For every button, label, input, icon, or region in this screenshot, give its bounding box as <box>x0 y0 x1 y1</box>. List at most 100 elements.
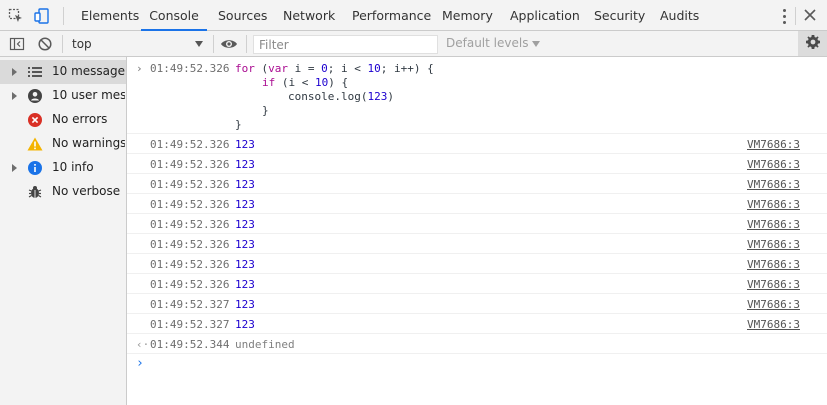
tab-memory[interactable]: Memory <box>442 0 493 31</box>
source-link[interactable]: VM7686:3 <box>747 318 800 331</box>
code-text: (i < <box>275 76 315 89</box>
toolbar-divider <box>213 35 214 53</box>
code-number: 0 <box>321 62 328 75</box>
expand-arrow-icon[interactable] <box>12 92 17 100</box>
context-selector[interactable]: top <box>67 35 207 53</box>
toolbar-divider <box>246 35 247 53</box>
sidebar-item-label: 10 info <box>52 160 94 174</box>
timestamp: 01:49:52.326 <box>150 278 230 291</box>
timestamp: 01:49:52.327 <box>150 318 230 331</box>
console-input[interactable]: › <box>127 354 827 374</box>
timestamp: 01:49:52.326 <box>150 258 230 271</box>
source-link[interactable]: VM7686:3 <box>747 258 800 271</box>
context-value: top <box>72 37 92 51</box>
sidebar-item-user-messages[interactable]: 10 user mes... <box>0 84 126 108</box>
tab-sources[interactable]: Sources <box>218 0 267 31</box>
console-sidebar: 10 messages 10 user mes... No errors No … <box>0 57 127 405</box>
clear-console-icon[interactable] <box>36 35 54 53</box>
timestamp: 01:49:52.326 <box>150 238 230 251</box>
code-keyword: if <box>262 76 276 89</box>
tab-network[interactable]: Network <box>283 0 335 31</box>
chevron-down-icon <box>195 41 203 47</box>
source-link[interactable]: VM7686:3 <box>747 218 800 231</box>
command-prompt-icon: › <box>136 62 143 75</box>
code-text: console.log( <box>288 90 368 103</box>
code-text: ; i++) { <box>380 62 434 75</box>
timestamp: 01:49:52.327 <box>150 298 230 311</box>
source-link[interactable]: VM7686:3 <box>747 298 800 311</box>
sidebar-item-label: No verbose <box>52 184 121 198</box>
log-levels-dropdown[interactable]: Default levels <box>446 36 541 50</box>
tab-audits[interactable]: Audits <box>660 0 699 31</box>
log-value: 123 <box>235 218 255 231</box>
code-number: 10 <box>367 62 381 75</box>
sidebar-item-warnings[interactable]: No warnings <box>0 132 126 156</box>
console-toolbar: top Default levels <box>0 31 827 57</box>
console-messages: › 01:49:52.326 for (var i = 0; i < 10; i… <box>127 57 827 405</box>
sidebar-toggle-icon[interactable] <box>8 35 26 53</box>
tab-performance[interactable]: Performance <box>352 0 431 31</box>
inspect-element-icon[interactable] <box>7 7 25 25</box>
log-row: 01:49:52.326 123 VM7686:3 <box>127 254 827 274</box>
code-text: ( <box>254 62 269 75</box>
source-link[interactable]: VM7686:3 <box>747 138 800 151</box>
close-icon[interactable] <box>801 6 819 24</box>
sidebar-item-info[interactable]: 10 info <box>0 156 126 180</box>
log-row: 01:49:52.326 123 VM7686:3 <box>127 174 827 194</box>
source-link[interactable]: VM7686:3 <box>747 198 800 211</box>
source-link[interactable]: VM7686:3 <box>747 158 800 171</box>
more-options-icon[interactable] <box>780 8 790 24</box>
tab-console[interactable]: Console <box>141 0 207 31</box>
result-value: undefined <box>235 338 295 351</box>
code-line: if (i < 10) { <box>262 76 348 90</box>
result-arrow-icon: ‹· <box>136 338 150 351</box>
sidebar-item-messages[interactable]: 10 messages <box>0 60 126 84</box>
source-link[interactable]: VM7686:3 <box>747 278 800 291</box>
log-value: 123 <box>235 178 255 191</box>
code-line: } <box>235 118 242 132</box>
device-toolbar-icon[interactable] <box>33 7 51 25</box>
info-icon <box>27 160 43 176</box>
log-row: 01:49:52.327 123 VM7686:3 <box>127 314 827 334</box>
filter-input[interactable] <box>253 35 438 54</box>
tab-security[interactable]: Security <box>594 0 645 31</box>
timestamp: 01:49:52.326 <box>150 218 230 231</box>
log-row: 01:49:52.326 123 VM7686:3 <box>127 214 827 234</box>
code-text: ; i < <box>327 62 368 75</box>
source-link[interactable]: VM7686:3 <box>747 238 800 251</box>
log-row: 01:49:52.326 123 VM7686:3 <box>127 234 827 254</box>
timestamp: 01:49:52.326 <box>150 158 230 171</box>
log-value: 123 <box>235 318 255 331</box>
tab-elements[interactable]: Elements <box>81 0 139 31</box>
code-keyword: var <box>268 62 288 75</box>
sidebar-item-verbose[interactable]: No verbose <box>0 180 126 204</box>
sidebar-item-errors[interactable]: No errors <box>0 108 126 132</box>
log-row: 01:49:52.326 123 VM7686:3 <box>127 134 827 154</box>
source-link[interactable]: VM7686:3 <box>747 178 800 191</box>
log-row: 01:49:52.326 123 VM7686:3 <box>127 154 827 174</box>
tab-application[interactable]: Application <box>510 0 580 31</box>
list-icon <box>27 64 43 80</box>
code-keyword: for <box>235 62 255 75</box>
toolbar-divider <box>795 7 796 25</box>
expand-arrow-icon[interactable] <box>12 164 17 172</box>
code-text: } <box>235 118 242 131</box>
warning-icon <box>27 136 43 152</box>
code-number: 123 <box>367 90 388 103</box>
toolbar-divider <box>62 35 63 53</box>
code-line: console.log(123) <box>288 90 394 104</box>
input-prompt-icon: › <box>136 356 144 371</box>
console-settings-button[interactable] <box>798 31 827 56</box>
log-value: 123 <box>235 278 255 291</box>
code-text: ) { <box>328 76 349 89</box>
code-text: } <box>262 104 269 117</box>
code-text: i = <box>288 62 322 75</box>
expand-arrow-icon[interactable] <box>12 68 17 76</box>
code-number: 10 <box>315 76 329 89</box>
toolbar-divider <box>63 7 64 25</box>
timestamp: 01:49:52.326 <box>150 178 230 191</box>
code-line: for (var i = 0; i < 10; i++) { <box>235 62 434 76</box>
log-value: 123 <box>235 158 255 171</box>
eye-icon[interactable] <box>220 35 238 53</box>
log-value: 123 <box>235 298 255 311</box>
